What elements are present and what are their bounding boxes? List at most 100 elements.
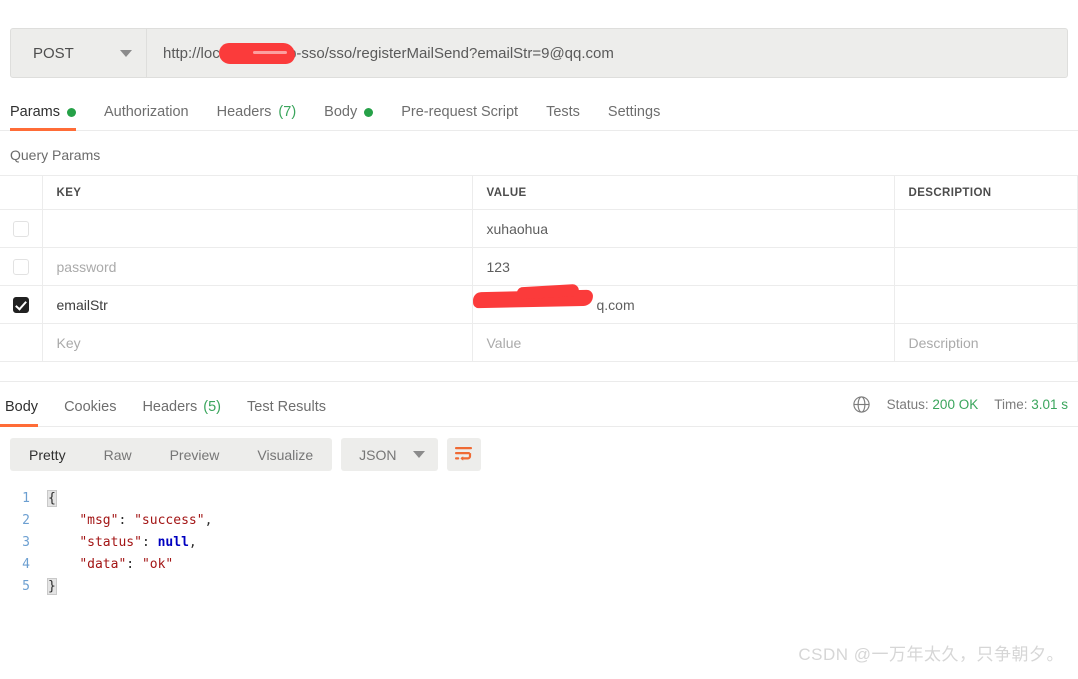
row-checkbox-cell[interactable] [0, 247, 43, 286]
request-url-domain: @qq.com [549, 44, 614, 62]
row-key-cell[interactable]: emailStr [42, 285, 473, 324]
time-group: Time: 3.01 s [994, 397, 1068, 412]
language-label: JSON [359, 446, 397, 463]
row-checkbox[interactable] [12, 221, 29, 238]
json-key: "data" [79, 557, 127, 572]
row-description-cell[interactable] [894, 209, 1078, 248]
table-header-row: KEY VALUE DESCRIPTION [0, 175, 1078, 210]
row-description-cell[interactable] [894, 285, 1078, 324]
response-tab-headers-label: Headers [142, 399, 198, 415]
code-line: 2 "msg": "success", [0, 510, 1078, 532]
code-line-text: "data": "ok" [79, 557, 174, 572]
response-tab-test-results[interactable]: Test Results [234, 399, 339, 426]
http-method-select[interactable]: POST [11, 29, 147, 77]
wrap-text-icon [455, 447, 473, 461]
row-value-cell[interactable]: 123 [472, 247, 895, 286]
tab-body[interactable]: Body [310, 104, 387, 130]
language-select[interactable]: JSON [341, 438, 438, 471]
code-line: 4 "data": "ok" [0, 554, 1078, 576]
code-line: 3 "status": null, [0, 532, 1078, 554]
tab-params[interactable]: Params [10, 104, 90, 131]
request-url-bar: POST http://localhost/shop-sso/sso/regis… [10, 28, 1068, 78]
line-number: 3 [22, 535, 30, 550]
tab-settings-label: Settings [607, 104, 661, 120]
row-checkbox[interactable] [12, 297, 29, 314]
tab-pre-request-script-label: Pre-request Script [401, 104, 519, 120]
row-value-cell[interactable]: xuhaohua [472, 209, 895, 248]
row-description-cell[interactable] [894, 247, 1078, 286]
tab-tests[interactable]: Tests [532, 104, 594, 130]
response-body-code[interactable]: 1 { 2 "msg": "success", 3 "status": null… [0, 482, 1078, 598]
code-line-text: "status": null, [79, 535, 197, 550]
response-tab-cookies[interactable]: Cookies [51, 399, 129, 426]
response-tab-body-label: Body [5, 399, 39, 415]
row-value-cell[interactable]: q.com [472, 285, 895, 324]
format-visualize[interactable]: Visualize [238, 438, 332, 471]
json-key: "status" [79, 535, 142, 550]
format-preview-label: Preview [169, 446, 220, 463]
modified-dot-icon [364, 107, 374, 117]
tab-headers[interactable]: Headers (7) [203, 104, 311, 130]
value-redaction-mark [472, 289, 593, 309]
response-tabs: Body Cookies Headers (5) Test Results [0, 382, 339, 427]
status-group: Status: 200 OK [887, 397, 979, 412]
response-tab-cookies-label: Cookies [64, 399, 117, 415]
row-value-cell[interactable]: Value [472, 323, 895, 362]
line-number: 4 [22, 557, 30, 572]
code-line: 5 } [0, 576, 1078, 598]
query-params-table: KEY VALUE DESCRIPTION xuhaohua password [0, 175, 1078, 362]
line-number: 5 [22, 579, 30, 594]
table-row: xuhaohua [0, 209, 1078, 248]
tab-body-label: Body [324, 104, 358, 120]
request-url-input[interactable]: http://localhost/shop-sso/sso/registerMa… [147, 29, 1067, 77]
response-status-bar: Status: 200 OK Time: 3.01 s [852, 395, 1068, 414]
row-description-placeholder: Description [908, 334, 979, 351]
row-key-cell[interactable] [42, 209, 473, 248]
row-checkbox-cell[interactable] [0, 209, 43, 248]
time-value: 3.01 s [1031, 396, 1068, 412]
tab-headers-count: (7) [278, 104, 297, 120]
column-header-description: DESCRIPTION [894, 175, 1078, 210]
format-pretty[interactable]: Pretty [10, 438, 85, 471]
row-value-text: 123 [486, 258, 510, 275]
response-format-toolbar: Pretty Raw Preview Visualize JSON [0, 427, 1078, 482]
column-header-checkbox [0, 175, 43, 210]
request-tab-bar: Params Authorization Headers (7) Body Pr… [0, 96, 1078, 131]
json-value: "ok" [141, 557, 174, 572]
tab-settings[interactable]: Settings [594, 104, 674, 130]
row-key-text: emailStr [56, 296, 108, 313]
wrap-text-button[interactable] [446, 438, 481, 471]
modified-dot-icon [66, 107, 76, 117]
row-checkbox-cell[interactable] [0, 323, 43, 362]
response-tab-headers[interactable]: Headers (5) [129, 399, 234, 426]
request-url-text: http://localhost/shop-sso/sso/registerMa… [163, 44, 550, 62]
format-preview[interactable]: Preview [151, 438, 239, 471]
json-value: null [157, 535, 189, 550]
table-row: password 123 [0, 247, 1078, 286]
code-line-text: } [47, 578, 57, 595]
row-key-cell[interactable]: Key [42, 323, 473, 362]
chevron-down-icon [412, 451, 425, 458]
globe-icon[interactable] [852, 395, 871, 414]
csdn-watermark: CSDN @一万年太久，只争朝夕。 [798, 645, 1064, 664]
row-checkbox[interactable] [12, 259, 29, 276]
column-header-key: KEY [42, 175, 473, 210]
tab-params-label: Params [10, 104, 60, 120]
format-visualize-label: Visualize [257, 446, 314, 463]
row-checkbox-cell[interactable] [0, 285, 43, 324]
tab-authorization[interactable]: Authorization [90, 104, 203, 130]
column-header-value: VALUE [472, 175, 895, 210]
code-line-text: { [47, 490, 57, 507]
status-label: Status: [886, 396, 929, 412]
format-raw-label: Raw [103, 446, 132, 463]
time-label: Time: [994, 396, 1028, 412]
tab-pre-request-script[interactable]: Pre-request Script [387, 104, 532, 130]
format-pretty-label: Pretty [29, 446, 66, 463]
row-key-cell[interactable]: password [42, 247, 473, 286]
format-raw[interactable]: Raw [85, 438, 151, 471]
row-description-cell[interactable]: Description [894, 323, 1078, 362]
response-tab-bar: Body Cookies Headers (5) Test Results St… [0, 382, 1078, 427]
json-key: "msg" [79, 513, 119, 528]
response-tab-body[interactable]: Body [0, 399, 51, 427]
table-row: emailStr q.com [0, 285, 1078, 324]
